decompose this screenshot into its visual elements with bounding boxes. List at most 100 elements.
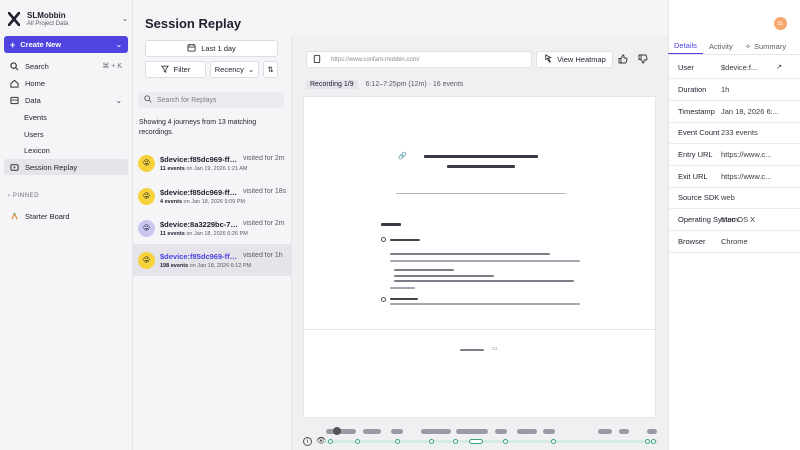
timeline-event[interactable] — [391, 429, 403, 434]
replay-timeline[interactable]: i 👁 — [303, 426, 658, 448]
clipboard-icon[interactable] — [313, 54, 321, 65]
chevron-down-icon: ⌄ — [122, 16, 128, 23]
filter-label: Filter — [173, 65, 191, 74]
sidebar-item-session-replay[interactable]: Session Replay — [4, 159, 128, 175]
detail-row-entry-url: Entry URL https://www.c... — [668, 144, 800, 166]
recording-item[interactable]: 😜 $device:f85dc969-ffd... visited for 2m… — [133, 147, 291, 179]
timeline-marker[interactable] — [429, 439, 434, 444]
timeline-marker[interactable] — [651, 439, 656, 444]
timeline-event[interactable] — [326, 429, 356, 434]
sidebar-item-search[interactable]: Search ⌘ + K — [4, 58, 128, 74]
sidebar-item-data[interactable]: Data ⌄ — [4, 92, 128, 108]
masked-text — [390, 239, 420, 241]
timeline-event[interactable] — [619, 429, 629, 434]
info-icon[interactable]: i — [303, 437, 312, 446]
sidebar-item-label: Events — [24, 112, 47, 122]
timeline-marker[interactable] — [328, 439, 333, 444]
masked-heading — [447, 165, 515, 168]
sidebar-item-label: Users — [24, 129, 44, 139]
tab-details[interactable]: Details — [668, 38, 703, 54]
timeline-marker[interactable] — [645, 439, 650, 444]
masked-text — [390, 287, 415, 289]
filter-button[interactable]: Filter — [145, 61, 206, 78]
search-placeholder: Search for Replays — [157, 96, 217, 104]
masked-text — [394, 269, 454, 271]
user-avatar[interactable]: SL — [774, 17, 787, 30]
recording-events: 4 events — [160, 198, 183, 205]
timeline-event[interactable] — [421, 429, 451, 434]
timeline-marker[interactable] — [469, 439, 483, 444]
recording-duration: visited for 2m — [243, 219, 285, 227]
sort-direction-icon: ⇅ — [267, 65, 274, 74]
playhead[interactable] — [333, 427, 341, 435]
avatar: 😜 — [138, 187, 155, 205]
chevron-right-icon: › — [8, 193, 11, 199]
heatmap-icon — [543, 54, 553, 65]
timeline-event[interactable] — [517, 429, 537, 434]
timeline-event[interactable] — [543, 429, 555, 434]
timeline-marker[interactable] — [503, 439, 508, 444]
sidebar-item-home[interactable]: Home — [4, 75, 128, 91]
recording-item-selected[interactable]: 😜 $device:f85dc969-ffdf... visited for 1… — [133, 244, 291, 276]
create-new-button[interactable]: + Create New ⌄ — [4, 36, 128, 53]
recording-duration: visited for 2m — [243, 154, 285, 162]
detail-key: Entry URL — [678, 150, 713, 159]
tab-activity[interactable]: Activity — [703, 38, 739, 54]
timeline-event[interactable] — [363, 429, 381, 434]
date-range-button[interactable]: Last 1 day — [145, 40, 278, 57]
timeline-event[interactable] — [456, 429, 488, 434]
detail-row-operating-system: Operating System Mac OS X — [668, 209, 800, 231]
recording-date: on Jan 18, 2026 6:12 PM — [189, 262, 252, 269]
timeline-marker[interactable] — [395, 439, 400, 444]
recording-events: 11 events — [160, 230, 185, 237]
recording-device-id: $device:f85dc969-ffd... — [160, 154, 238, 164]
recording-date: on Jan 19, 2026 1:21 AM — [186, 165, 248, 172]
sidebar-item-users[interactable]: Users — [4, 126, 128, 142]
timeline-marker[interactable] — [453, 439, 458, 444]
timeline-event[interactable] — [647, 429, 657, 434]
tab-summary[interactable]: ✧ Summary — [739, 38, 792, 54]
sidebar-item-label: Search — [25, 61, 49, 71]
masked-text — [394, 275, 494, 277]
thumbs-up-icon[interactable] — [616, 52, 630, 66]
timeline-marker[interactable] — [551, 439, 556, 444]
results-summary: Showing 4 journeys from 13 matching reco… — [139, 119, 257, 136]
divider — [396, 193, 566, 194]
detail-value: Mac OS X — [721, 215, 756, 224]
recording-info: Recording 1/9 6:12–7:25pm (12m) · 16 eve… — [306, 78, 463, 90]
external-link-icon[interactable]: ↗ — [776, 63, 782, 71]
sidebar-item-events[interactable]: Events — [4, 109, 128, 125]
thumbs-down-icon[interactable] — [636, 52, 650, 66]
filter-icon — [160, 65, 169, 75]
sidebar: SLMobbin All Project Data ⌄ + Create New… — [0, 0, 133, 450]
sort-label: Recency — [214, 65, 244, 74]
timeline-marker[interactable] — [355, 439, 360, 444]
replay-search-input[interactable]: Search for Replays — [138, 92, 284, 108]
recording-duration: visited for 1h — [243, 251, 283, 259]
sidebar-item-starter-board[interactable]: Starter Board — [4, 208, 128, 224]
view-heatmap-button[interactable]: View Heatmap — [536, 51, 613, 68]
sidebar-item-lexicon[interactable]: Lexicon — [4, 142, 128, 158]
sidebar-item-label: Home — [25, 78, 46, 88]
detail-row-exit-url: Exit URL https://www.c... — [668, 166, 800, 188]
search-shortcut: ⌘ + K — [102, 63, 122, 70]
masked-text — [390, 303, 580, 305]
link-icon: 🔗 — [398, 153, 407, 160]
sparkle-icon: ✧ — [744, 41, 751, 51]
timeline-event[interactable] — [495, 429, 507, 434]
detail-value: 233 events — [721, 128, 758, 137]
masked-text — [390, 260, 580, 262]
org-switcher[interactable]: SLMobbin All Project Data ⌄ — [8, 9, 128, 29]
sort-direction-button[interactable]: ⇅ — [263, 61, 278, 78]
timeline-track[interactable] — [325, 440, 658, 443]
recording-counter[interactable]: Recording 1/9 — [306, 79, 358, 89]
recording-events: 198 events — [160, 262, 189, 269]
masked-text — [390, 298, 418, 300]
timeline-event[interactable] — [598, 429, 612, 434]
recording-item[interactable]: 😛 $device:8a3229bc-70... visited for 2m … — [133, 212, 291, 244]
org-name: SLMobbin — [27, 11, 66, 20]
detail-row-source-sdk: Source SDK web — [668, 187, 800, 209]
recording-item[interactable]: 😜 $device:f85dc969-ffd... visited for 18… — [133, 180, 291, 212]
replay-viewport[interactable]: 🔗 ▭ — [303, 96, 656, 418]
sort-select[interactable]: Recency ⌄ — [210, 61, 259, 78]
